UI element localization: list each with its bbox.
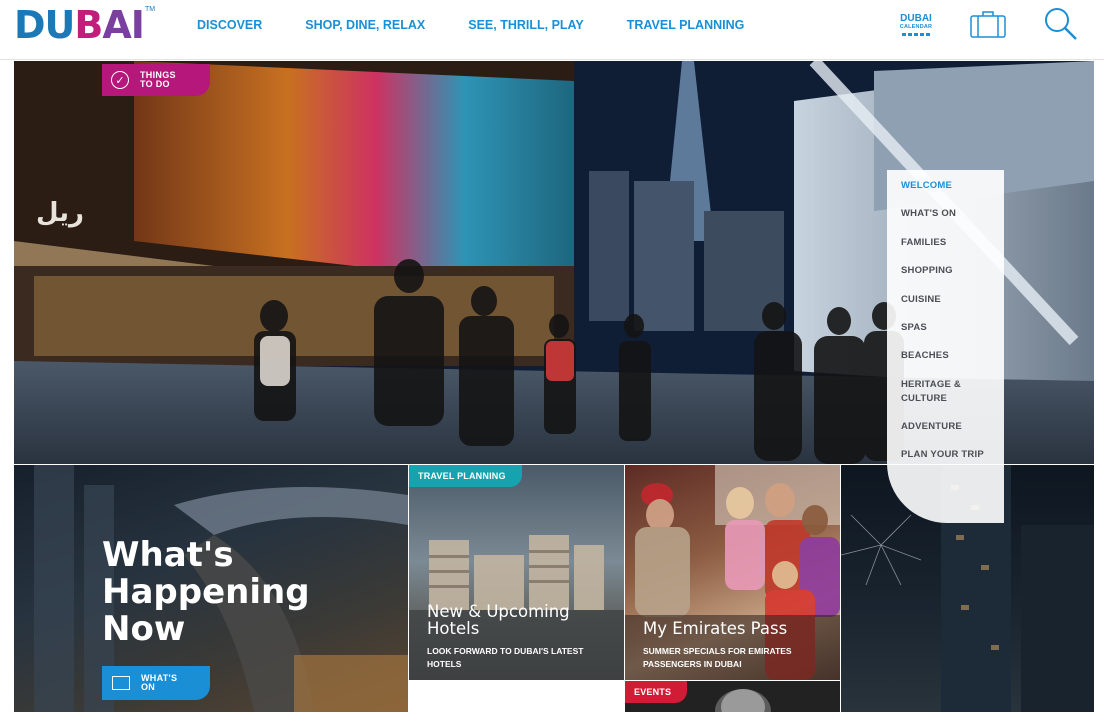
- side-menu-heritage-line1: HERITAGE &: [901, 379, 961, 390]
- hotels-subtitle: LOOK FORWARD TO DUBAI'S LATEST HOTELS: [427, 645, 612, 671]
- site-header: DUBAI TM DISCOVER SHOP, DINE, RELAX SEE,…: [0, 0, 1104, 60]
- calendar-label-2: CALENDAR: [899, 24, 933, 30]
- side-menu-families[interactable]: FAMILIES: [901, 237, 1004, 248]
- suitcase-icon[interactable]: [970, 10, 1006, 38]
- calendar-label-1: DUBAI: [900, 13, 932, 24]
- hotels-title-line1: New & Upcoming: [427, 602, 570, 621]
- dubai-logo[interactable]: DUBAI TM: [14, 4, 155, 46]
- events-tile[interactable]: EVENTS: [625, 681, 840, 712]
- logo-part-1: DU: [14, 3, 75, 47]
- nav-see-thrill-play[interactable]: SEE, THRILL, PLAY: [468, 18, 584, 32]
- logo-wordmark: DUBAI: [14, 3, 145, 47]
- side-menu-beaches[interactable]: BEACHES: [901, 350, 1004, 361]
- emirates-sub-line2: PASSENGERS IN DUBAI: [643, 659, 742, 669]
- side-menu-heritage-line2: CULTURE: [901, 393, 948, 404]
- things-to-do-label: THINGS TO DO: [140, 71, 176, 89]
- logo-part-2: B: [74, 3, 103, 47]
- whats-happening-title: What's Happening Now: [102, 537, 310, 648]
- side-menu-welcome[interactable]: WELCOME: [901, 180, 1004, 191]
- logo-trademark: TM: [144, 6, 156, 13]
- whats-on-button[interactable]: WHAT'S ON: [102, 666, 210, 700]
- happening-line-2: Happening: [102, 572, 310, 612]
- calendar-icon: [112, 676, 130, 690]
- side-menu: WELCOME WHAT'S ON FAMILIES SHOPPING CUIS…: [887, 170, 1004, 523]
- nav-travel-planning[interactable]: TRAVEL PLANNING: [627, 18, 745, 32]
- hotels-tile[interactable]: TRAVEL PLANNING New & Upcoming Hotels LO…: [409, 465, 624, 680]
- hotels-title: New & Upcoming Hotels: [427, 603, 570, 637]
- whats-on-line2: ON: [141, 682, 156, 692]
- happening-line-1: What's: [102, 535, 234, 575]
- emirates-sub-line1: SUMMER SPECIALS FOR EMIRATES: [643, 646, 792, 656]
- side-menu-spas[interactable]: SPAS: [901, 322, 1004, 333]
- emirates-pass-tile[interactable]: My Emirates Pass SUMMER SPECIALS FOR EMI…: [625, 465, 840, 680]
- calendar-icon: [896, 33, 936, 36]
- checkmark-icon: ✓: [111, 71, 129, 89]
- side-menu-whats-on[interactable]: WHAT'S ON: [901, 208, 1004, 219]
- dubai-calendar-button[interactable]: DUBAI CALENDAR: [896, 13, 936, 43]
- things-to-do-line2: TO DO: [140, 79, 170, 89]
- side-menu-heritage-culture[interactable]: HERITAGE & CULTURE: [901, 379, 1004, 404]
- happening-line-3: Now: [102, 609, 186, 649]
- travel-planning-tag: TRAVEL PLANNING: [409, 465, 522, 487]
- nav-discover[interactable]: DISCOVER: [197, 18, 262, 32]
- hotels-sub-line2: HOTELS: [427, 659, 462, 669]
- emirates-subtitle: SUMMER SPECIALS FOR EMIRATES PASSENGERS …: [643, 645, 828, 671]
- hero-sign-text: ريل: [36, 198, 84, 228]
- side-menu-cuisine[interactable]: CUISINE: [901, 294, 1004, 305]
- events-tag: EVENTS: [625, 681, 688, 703]
- hotels-sub-line1: LOOK FORWARD TO DUBAI'S LATEST: [427, 646, 584, 656]
- things-to-do-badge[interactable]: ✓ THINGS TO DO: [102, 64, 210, 96]
- hotels-title-line2: Hotels: [427, 619, 480, 638]
- side-menu-plan-your-trip[interactable]: PLAN YOUR TRIP: [901, 449, 1004, 460]
- logo-part-3: AI: [102, 3, 145, 47]
- whats-on-label: WHAT'S ON: [141, 674, 177, 692]
- side-menu-shopping[interactable]: SHOPPING: [901, 265, 1004, 276]
- whats-happening-tile[interactable]: What's Happening Now WHAT'S ON: [14, 465, 408, 712]
- emirates-title: My Emirates Pass: [643, 619, 788, 638]
- main-nav: DISCOVER SHOP, DINE, RELAX SEE, THRILL, …: [197, 18, 744, 32]
- side-menu-adventure[interactable]: ADVENTURE: [901, 421, 1004, 432]
- nav-shop-dine-relax[interactable]: SHOP, DINE, RELAX: [305, 18, 425, 32]
- search-icon[interactable]: [1043, 6, 1079, 42]
